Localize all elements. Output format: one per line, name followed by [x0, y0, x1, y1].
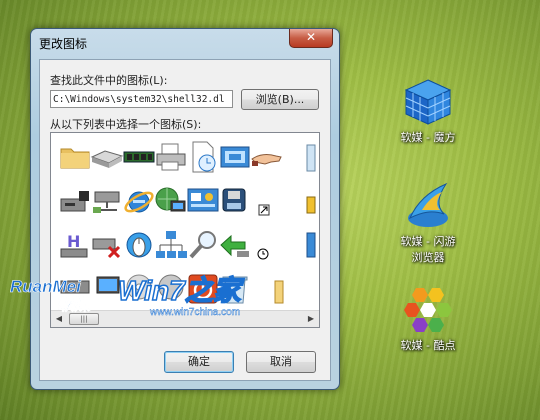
close-button[interactable]: ✕	[289, 29, 333, 48]
desktop-icon-label: 软媒 - 魔方	[400, 131, 456, 144]
clock-small-icon[interactable]	[249, 227, 285, 263]
control-panel-icon[interactable]	[185, 183, 221, 219]
select-icon-label: 从以下列表中选择一个图标(S):	[50, 118, 202, 131]
dialog-client-area: 查找此文件中的图标(L): C:\Windows\system32\shell3…	[39, 59, 331, 381]
find-label: 查找此文件中的图标(L):	[50, 74, 168, 87]
scrollbar-thumb[interactable]: |||	[69, 313, 99, 325]
help-drive-icon[interactable]: H	[57, 227, 93, 263]
browse-button[interactable]: 浏览(B)...	[241, 89, 319, 110]
display-settings-icon[interactable]	[217, 139, 253, 175]
drive-small-icon[interactable]	[57, 271, 93, 307]
scroll-left-icon[interactable]: ◀	[51, 311, 67, 327]
network-drive-icon[interactable]	[89, 183, 125, 219]
ok-button[interactable]: 确定	[164, 351, 234, 373]
cancel-button[interactable]: 取消	[246, 351, 316, 373]
svg-text:H: H	[67, 232, 80, 251]
desktop-icon-kudian[interactable]: 软媒 - 酷点	[380, 284, 476, 354]
computer-icon[interactable]	[89, 271, 125, 307]
network-tree-icon[interactable]	[153, 227, 189, 263]
icon-list[interactable]: H ◀ ||| ▶	[50, 132, 320, 328]
scroll-right-icon[interactable]: ▶	[303, 311, 319, 327]
rubiks-cube-icon	[402, 76, 454, 128]
network-globe-icon[interactable]	[153, 183, 189, 219]
mouse-globe-icon[interactable]	[121, 227, 157, 263]
desktop-icon-mofang[interactable]: 软媒 - 魔方	[380, 76, 476, 146]
window-icon[interactable]	[281, 227, 317, 263]
icon-file-path-input[interactable]: C:\Windows\system32\shell32.dl	[50, 90, 233, 108]
shortcut-arrow-icon[interactable]	[249, 183, 285, 219]
green-arrow-icon[interactable]	[217, 227, 253, 263]
cdrom-icon[interactable]	[153, 271, 189, 307]
memory-chip-icon[interactable]	[121, 139, 157, 175]
padlock-icon[interactable]	[281, 183, 317, 219]
hexagon-cluster-icon	[402, 284, 454, 336]
document-clock-icon[interactable]	[185, 139, 221, 175]
cd-icon[interactable]	[121, 271, 157, 307]
folder-partial-icon[interactable]	[249, 271, 285, 307]
drive-icon[interactable]	[57, 183, 93, 219]
change-icon-dialog: 更改图标 ✕ 查找此文件中的图标(L): C:\Windows\system32…	[30, 28, 340, 390]
internet-explorer-icon[interactable]	[121, 183, 157, 219]
desktop-icon-shanyou[interactable]: 软媒 - 闪游 浏览器	[380, 180, 476, 266]
bin-icon[interactable]	[281, 139, 317, 175]
power-icon[interactable]	[185, 271, 221, 307]
network-disconnect-icon[interactable]	[89, 227, 125, 263]
dialog-title: 更改图标	[39, 37, 88, 51]
magnifier-icon[interactable]	[185, 227, 221, 263]
scanner-icon[interactable]	[89, 139, 125, 175]
browser-bird-icon	[402, 180, 454, 232]
printer-icon[interactable]	[153, 139, 189, 175]
hand-icon[interactable]	[249, 139, 285, 175]
desktop-icon-label: 软媒 - 闪游 浏览器	[400, 235, 456, 264]
horizontal-scrollbar[interactable]: ◀ ||| ▶	[51, 310, 319, 327]
folder-icon[interactable]	[57, 139, 93, 175]
disk-icon[interactable]	[217, 183, 253, 219]
desktop-icon-label: 软媒 - 酷点	[400, 339, 456, 352]
close-icon: ✕	[305, 30, 317, 44]
recycle-bin-icon[interactable]	[217, 271, 253, 307]
dialog-titlebar[interactable]: 更改图标 ✕	[31, 29, 339, 55]
